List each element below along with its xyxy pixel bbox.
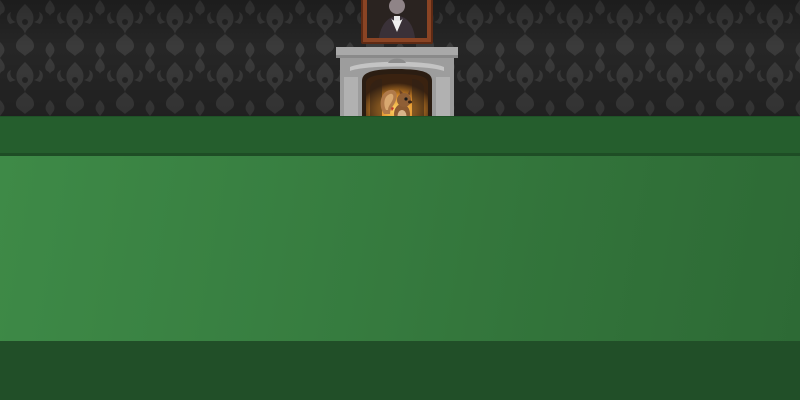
back-ledge (0, 116, 800, 156)
game-scene (0, 0, 800, 400)
play-area-felt[interactable] (0, 156, 800, 341)
portrait-painting-icon[interactable] (361, 0, 433, 44)
front-ledge (0, 341, 800, 400)
